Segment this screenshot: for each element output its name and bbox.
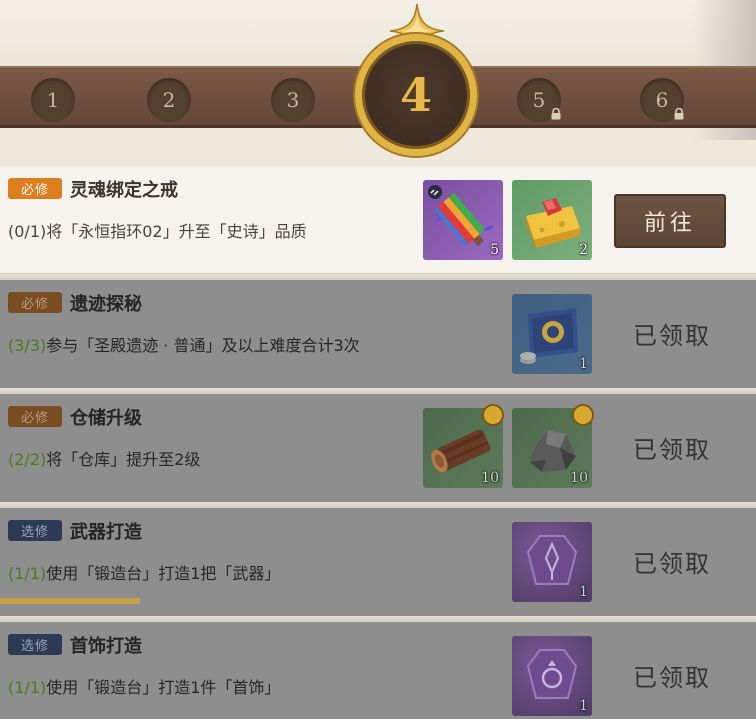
task-progress: (2/2): [8, 450, 47, 469]
stage-2-button[interactable]: 2: [147, 78, 191, 122]
claimed-status: 已领取: [633, 550, 711, 578]
task-row-jewelry-forge: 选修 首饰打造 (1/1)使用「锻造台」打造1件「首饰」 1 已领取: [0, 614, 756, 719]
bonus-badge-icon: [482, 404, 504, 426]
task-row-ruins: 必修 遗迹探秘 (3/3)参与「圣殿遗迹 · 普通」及以上难度合计3次 1 已领…: [0, 272, 756, 388]
task-progress: (1/1): [8, 678, 47, 697]
task-progress: (1/1): [8, 564, 47, 583]
reward-slot[interactable]: 5: [423, 180, 503, 260]
stage-4-label: 4: [399, 68, 432, 122]
reward-quantity: 1: [579, 584, 588, 600]
lock-icon: [674, 108, 684, 120]
task-description-text: 使用「锻造台」打造1把「武器」: [46, 564, 281, 583]
stage-5-button[interactable]: 5: [517, 78, 561, 122]
task-title: 武器打造: [70, 522, 142, 543]
task-description: (1/1)使用「锻造台」打造1件「首饰」: [8, 674, 280, 698]
task-description-text: 将「永恒指环02」升至「史诗」品质: [46, 222, 307, 241]
go-button[interactable]: 前往: [614, 194, 726, 248]
elective-tag: 选修: [8, 634, 62, 655]
elective-tag: 选修: [8, 520, 62, 541]
task-title: 遗迹探秘: [70, 294, 142, 315]
row-shadow: [0, 614, 756, 622]
stage-1-button[interactable]: 1: [31, 78, 75, 122]
required-tag: 必修: [8, 406, 62, 427]
lock-icon: [551, 108, 561, 120]
reward-quantity: 2: [579, 242, 588, 258]
stage-3-button[interactable]: 3: [271, 78, 315, 122]
reward-quantity: 10: [570, 470, 588, 486]
task-title: 仓储升级: [70, 408, 142, 429]
row-shadow: [0, 386, 756, 394]
stage-2-label: 2: [162, 88, 176, 112]
task-description-text: 使用「锻造台」打造1件「首饰」: [46, 678, 281, 697]
row-shadow: [0, 500, 756, 508]
claimed-status: 已领取: [633, 664, 711, 692]
reward-slot[interactable]: 2: [512, 180, 592, 260]
reward-slot[interactable]: 1: [512, 522, 592, 602]
required-tag: 必修: [8, 178, 62, 199]
task-progress: (3/3): [8, 336, 47, 355]
task-row-soul-ring: 必修 灵魂绑定之戒 (0/1)将「永恒指环02」升至「史诗」品质 5 2 前往: [0, 166, 756, 274]
task-description-text: 参与「圣殿遗迹 · 普通」及以上难度合计3次: [46, 336, 360, 355]
task-description: (2/2)将「仓库」提升至2级: [8, 446, 200, 470]
reward-quantity: 1: [579, 698, 588, 714]
stage-4-current-button[interactable]: 4: [355, 34, 477, 156]
stage-3-label: 3: [286, 88, 300, 112]
reward-quantity: 1: [579, 356, 588, 372]
task-title: 首饰打造: [70, 636, 142, 657]
claimed-status: 已领取: [633, 322, 711, 350]
reward-quantity: 5: [490, 242, 499, 258]
row-shadow: [0, 272, 756, 280]
stage-5-label: 5: [532, 88, 546, 112]
stage-6-label: 6: [655, 88, 669, 112]
task-description: (1/1)使用「锻造台」打造1把「武器」: [8, 560, 280, 584]
stage-6-button[interactable]: 6: [640, 78, 684, 122]
required-tag: 必修: [8, 292, 62, 313]
stage-1-label: 1: [46, 88, 60, 112]
task-progress: (0/1): [8, 222, 47, 241]
task-description: (3/3)参与「圣殿遗迹 · 普通」及以上难度合计3次: [8, 332, 360, 356]
gold-trim: [0, 598, 140, 604]
reward-slot[interactable]: 1: [512, 294, 592, 374]
task-description: (0/1)将「永恒指环02」升至「史诗」品质: [8, 218, 307, 242]
reward-quantity: 10: [481, 470, 499, 486]
bonus-badge-icon: [572, 404, 594, 426]
task-row-storage: 必修 仓储升级 (2/2)将「仓库」提升至2级 10 10 已领取: [0, 386, 756, 502]
claimed-status: 已领取: [633, 436, 711, 464]
reward-slot[interactable]: 1: [512, 636, 592, 716]
task-description-text: 将「仓库」提升至2级: [46, 450, 201, 469]
task-title: 灵魂绑定之戒: [70, 180, 178, 201]
